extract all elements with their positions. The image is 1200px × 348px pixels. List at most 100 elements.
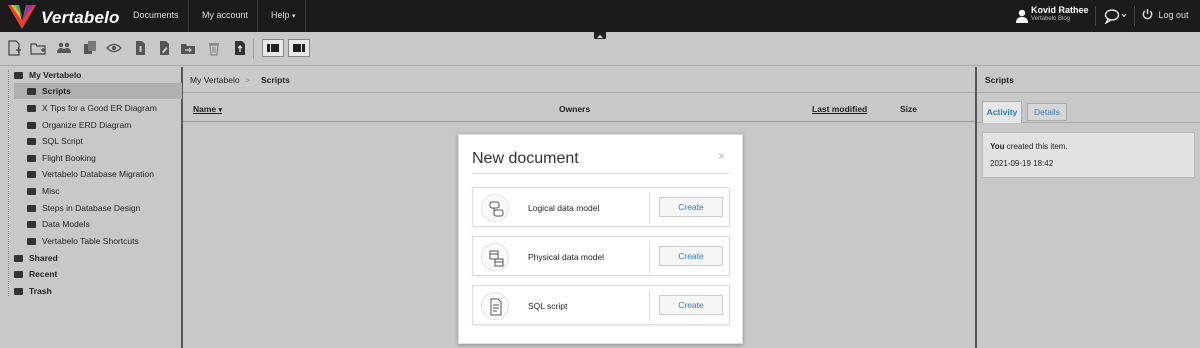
folder-icon [27, 88, 36, 95]
tree-root-my-vertabelo[interactable]: My Vertabelo [14, 67, 81, 83]
tree-label: X Tips for a Good ER Diagram [42, 103, 157, 113]
export-document-icon[interactable] [232, 40, 248, 56]
nav-help[interactable]: Help ▾ [262, 0, 306, 32]
sidebar-item-steps-db-design[interactable]: Steps in Database Design [27, 200, 140, 216]
share-users-icon[interactable] [56, 40, 72, 56]
option-divider [649, 192, 650, 224]
sidebar-section-trash[interactable]: Trash [14, 283, 52, 299]
option-divider [649, 290, 650, 322]
logical-model-icon [481, 194, 509, 222]
close-icon[interactable]: × [718, 149, 725, 163]
sql-script-icon [481, 292, 509, 320]
sidebar-section-shared[interactable]: Shared [14, 250, 58, 266]
option-label: Logical data model [528, 203, 600, 213]
view-eye-icon[interactable] [106, 40, 122, 56]
option-physical-model: Physical data model Create [472, 236, 730, 276]
document-info-icon[interactable] [132, 40, 148, 56]
toolbar [0, 32, 1200, 66]
activity-card: You created this item. 2021-09-19 18:42 [982, 132, 1195, 178]
breadcrumb: My Vertabelo > Scripts [183, 67, 975, 93]
sidebar-item-db-migration[interactable]: Vertabelo Database Migration [27, 166, 154, 182]
option-label: Physical data model [528, 252, 605, 262]
create-physical-model-button[interactable]: Create [659, 246, 723, 266]
chat-menu[interactable] [1104, 8, 1128, 25]
option-divider [649, 241, 650, 273]
column-owners: Owners [559, 104, 591, 114]
option-label: SQL script [528, 301, 568, 311]
copy-icon[interactable] [82, 40, 98, 56]
folder-icon [27, 105, 36, 112]
logo-icon [8, 5, 36, 29]
option-sql-script: SQL script Create [472, 285, 730, 325]
new-document-dialog: New document × Logical data model Create… [458, 134, 743, 344]
user-name: Kovid Rathee [1031, 5, 1089, 15]
folder-icon [27, 221, 36, 228]
column-name[interactable]: Name ▾ [193, 104, 222, 114]
list-view-icon [267, 44, 279, 52]
sidebar-section-recent[interactable]: Recent [14, 266, 57, 282]
tree-label: Shared [29, 253, 58, 263]
tree-line [8, 70, 9, 296]
nav-help-label: Help [271, 10, 290, 20]
activity-timestamp: 2021-09-19 18:42 [990, 159, 1054, 168]
nav-my-account[interactable]: My account [193, 0, 259, 32]
sidebar-item-misc[interactable]: Misc [27, 183, 59, 199]
tree-label: Trash [29, 286, 52, 296]
details-panel: Scripts Activity Details You created thi… [975, 67, 1200, 348]
sidebar-item-scripts[interactable]: Scripts [14, 83, 182, 99]
chevron-down-icon: ▾ [292, 13, 296, 20]
tab-activity[interactable]: Activity [982, 101, 1022, 123]
toolbar-divider [253, 39, 254, 59]
nav-documents-label: Documents [133, 10, 179, 20]
create-sql-script-button[interactable]: Create [659, 295, 723, 315]
details-title: Scripts [985, 75, 1014, 85]
sidebar-item-flight-booking[interactable]: Flight Booking [27, 150, 96, 166]
tree-label: SQL Script [42, 136, 83, 146]
nav-documents[interactable]: Documents [124, 0, 189, 32]
folder-icon [27, 205, 36, 212]
option-logical-model: Logical data model Create [472, 187, 730, 227]
breadcrumb-separator: > [245, 75, 250, 85]
move-folder-icon[interactable] [180, 40, 196, 56]
details-header: Scripts [977, 67, 1200, 93]
app-name: Vertabelo [41, 8, 120, 27]
column-last-modified[interactable]: Last modified [812, 104, 867, 114]
physical-model-icon [481, 243, 509, 271]
vertabelo-logo[interactable]: Vertabelo [8, 5, 123, 29]
activity-text: created this item. [1006, 142, 1068, 151]
folder-tree: My Vertabelo Scripts X Tips for a Good E… [0, 67, 183, 348]
panel-view-button[interactable] [288, 39, 310, 57]
activity-line: You created this item. [990, 142, 1068, 151]
column-size: Size [900, 104, 918, 114]
sort-down-icon: ▾ [218, 107, 223, 114]
sidebar-item-x-tips[interactable]: X Tips for a Good ER Diagram [27, 100, 157, 116]
chevron-up-icon [597, 35, 603, 38]
new-document-icon[interactable] [6, 40, 22, 56]
column-headers: Name ▾ Owners Last modified Size [183, 94, 975, 122]
logout-button[interactable]: Log out [1142, 8, 1189, 24]
tree-label: Data Models [42, 219, 90, 229]
folder-icon [27, 188, 36, 195]
user-org: Vertabelo Blog [1031, 16, 1071, 22]
trash-icon[interactable] [206, 40, 222, 56]
folder-icon [14, 271, 23, 278]
divider [1095, 6, 1096, 26]
collapse-toolbar-button[interactable] [594, 32, 606, 39]
panel-view-icon [293, 44, 305, 52]
sidebar-item-data-models[interactable]: Data Models [27, 216, 90, 232]
list-view-button[interactable] [262, 39, 284, 57]
divider [1134, 6, 1135, 26]
tree-label: My Vertabelo [29, 70, 82, 80]
dialog-title: New document [472, 150, 579, 167]
chat-bubble-icon [1104, 9, 1127, 25]
edit-document-icon[interactable] [156, 40, 172, 56]
breadcrumb-root[interactable]: My Vertabelo [190, 75, 240, 85]
sidebar-item-organize-erd[interactable]: Organize ERD Diagram [27, 117, 131, 133]
new-folder-icon[interactable] [30, 40, 46, 56]
folder-icon [14, 288, 23, 295]
sidebar-item-table-shortcuts[interactable]: Vertabelo Table Shortcuts [27, 233, 139, 249]
sidebar-item-sql-script[interactable]: SQL Script [27, 133, 83, 149]
activity-user: You [990, 142, 1005, 151]
tab-details[interactable]: Details [1027, 103, 1067, 121]
create-logical-model-button[interactable]: Create [659, 197, 723, 217]
